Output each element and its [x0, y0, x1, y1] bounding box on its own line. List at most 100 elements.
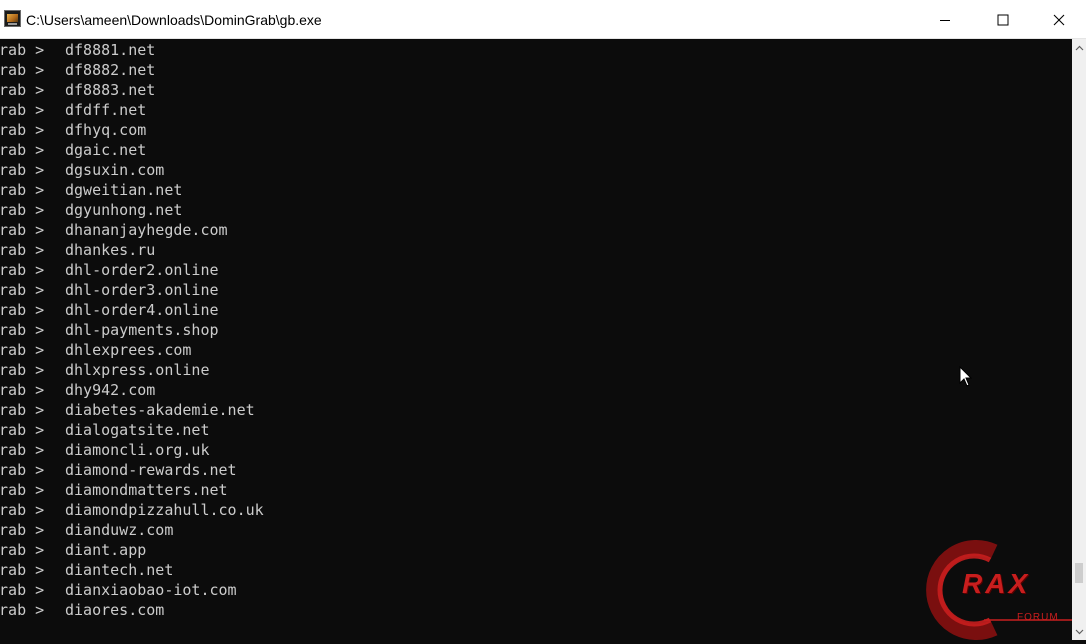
- line-domain: dgaic.net: [65, 141, 147, 159]
- line-domain: dhankes.ru: [65, 241, 156, 259]
- line-prompt: Grab >: [0, 221, 45, 239]
- line-domain: dialogatsite.net: [65, 421, 210, 439]
- line-prompt: Grab >: [0, 101, 45, 119]
- console-line: Grab > dgaic.net: [0, 140, 264, 160]
- line-domain: diamond-rewards.net: [65, 461, 237, 479]
- line-prompt: Grab >: [0, 61, 45, 79]
- console-line: Grab > dhananjayhegde.com: [0, 220, 264, 240]
- line-prompt: Grab >: [0, 441, 45, 459]
- console-line: Grab > dgyunhong.net: [0, 200, 264, 220]
- console-line: Grab > dgweitian.net: [0, 180, 264, 200]
- line-prompt: Grab >: [0, 141, 45, 159]
- line-domain: dianxiaobao-iot.com: [65, 581, 237, 599]
- line-prompt: Grab >: [0, 581, 45, 599]
- line-domain: diamondmatters.net: [65, 481, 228, 499]
- console-line: Grab > diamoncli.org.uk: [0, 440, 264, 460]
- line-prompt: Grab >: [0, 521, 45, 539]
- line-domain: diantech.net: [65, 561, 174, 579]
- line-domain: dfhyq.com: [65, 121, 147, 139]
- console-line: Grab > dianduwz.com: [0, 520, 264, 540]
- console-line: Grab > dhlxpress.online: [0, 360, 264, 380]
- line-domain: dhy942.com: [65, 381, 156, 399]
- close-icon: [1053, 14, 1065, 25]
- console-line: Grab > dgsuxin.com: [0, 160, 264, 180]
- line-domain: dhl-payments.shop: [65, 321, 219, 339]
- scroll-up-button[interactable]: [1072, 39, 1086, 56]
- logo-subtitle: FORUM: [1017, 612, 1059, 623]
- title-bar[interactable]: C:\Users\ameen\Downloads\DominGrab\gb.ex…: [0, 0, 1086, 39]
- console-line: Grab > diabetes-akademie.net: [0, 400, 264, 420]
- line-domain: dhl-order4.online: [65, 301, 219, 319]
- console-line: Grab > diantech.net: [0, 560, 264, 580]
- minimize-icon: [940, 19, 950, 21]
- minimize-button[interactable]: [916, 0, 974, 39]
- line-prompt: Grab >: [0, 481, 45, 499]
- scrollbar-thumb[interactable]: [1075, 563, 1083, 583]
- line-domain: dhlexprees.com: [65, 341, 192, 359]
- console-line: Grab > dialogatsite.net: [0, 420, 264, 440]
- line-domain: diamondpizzahull.co.uk: [65, 501, 264, 519]
- console-line: Grab > diant.app: [0, 540, 264, 560]
- console-line: Grab > df8881.net: [0, 40, 264, 60]
- line-prompt: Grab >: [0, 601, 45, 619]
- console-line: Grab > dhankes.ru: [0, 240, 264, 260]
- line-domain: dhananjayhegde.com: [65, 221, 228, 239]
- line-domain: dgyunhong.net: [65, 201, 183, 219]
- line-domain: dgweitian.net: [65, 181, 183, 199]
- console-app-icon[interactable]: [4, 10, 21, 27]
- line-prompt: Grab >: [0, 381, 45, 399]
- line-prompt: Grab >: [0, 121, 45, 139]
- line-domain: diaores.com: [65, 601, 165, 619]
- line-prompt: Grab >: [0, 361, 45, 379]
- line-prompt: Grab >: [0, 261, 45, 279]
- console-line: Grab > diamond-rewards.net: [0, 460, 264, 480]
- line-prompt: Grab >: [0, 201, 45, 219]
- console-line: Grab > diamondpizzahull.co.uk: [0, 500, 264, 520]
- line-prompt: Grab >: [0, 81, 45, 99]
- line-prompt: Grab >: [0, 421, 45, 439]
- output-lines: Grab > df8881.net Grab > df8882.net Grab > df…: [0, 40, 264, 620]
- mouse-cursor-icon: [959, 366, 973, 387]
- line-prompt: Grab >: [0, 281, 45, 299]
- line-domain: dfdff.net: [65, 101, 147, 119]
- line-domain: dgsuxin.com: [65, 161, 165, 179]
- console-line: Grab > diaores.com: [0, 600, 264, 620]
- line-prompt: Grab >: [0, 301, 45, 319]
- console-output[interactable]: Grab > df8881.net Grab > df8882.net Grab > df…: [0, 39, 1072, 640]
- line-prompt: Grab >: [0, 341, 45, 359]
- console-line: Grab > df8883.net: [0, 80, 264, 100]
- line-prompt: Grab >: [0, 241, 45, 259]
- chevron-up-icon: [1075, 45, 1083, 50]
- line-domain: dianduwz.com: [65, 521, 174, 539]
- maximize-button[interactable]: [974, 0, 1032, 39]
- line-prompt: Grab >: [0, 161, 45, 179]
- line-prompt: Grab >: [0, 181, 45, 199]
- line-domain: df8883.net: [65, 81, 156, 99]
- console-line: Grab > dhl-order4.online: [0, 300, 264, 320]
- line-prompt: Grab >: [0, 461, 45, 479]
- logo-word: RAX: [962, 568, 1031, 599]
- line-domain: df8881.net: [65, 41, 156, 59]
- console-line: Grab > dhl-order2.online: [0, 260, 264, 280]
- line-prompt: Grab >: [0, 401, 45, 419]
- line-domain: df8882.net: [65, 61, 156, 79]
- line-prompt: Grab >: [0, 41, 45, 59]
- line-prompt: Grab >: [0, 321, 45, 339]
- scroll-down-button[interactable]: [1072, 623, 1086, 640]
- line-prompt: Grab >: [0, 501, 45, 519]
- line-domain: dhl-order3.online: [65, 281, 219, 299]
- line-domain: diabetes-akademie.net: [65, 401, 255, 419]
- line-domain: dhlxpress.online: [65, 361, 210, 379]
- line-domain: diant.app: [65, 541, 147, 559]
- vertical-scrollbar[interactable]: [1072, 39, 1086, 640]
- console-line: Grab > df8882.net: [0, 60, 264, 80]
- line-domain: diamoncli.org.uk: [65, 441, 210, 459]
- console-line: Grab > dhy942.com: [0, 380, 264, 400]
- console-line: Grab > dianxiaobao-iot.com: [0, 580, 264, 600]
- console-line: Grab > dfhyq.com: [0, 120, 264, 140]
- console-line: Grab > dhlexprees.com: [0, 340, 264, 360]
- console-line: Grab > diamondmatters.net: [0, 480, 264, 500]
- close-button[interactable]: [1032, 0, 1086, 39]
- window-title: C:\Users\ameen\Downloads\DominGrab\gb.ex…: [26, 12, 322, 28]
- line-prompt: Grab >: [0, 561, 45, 579]
